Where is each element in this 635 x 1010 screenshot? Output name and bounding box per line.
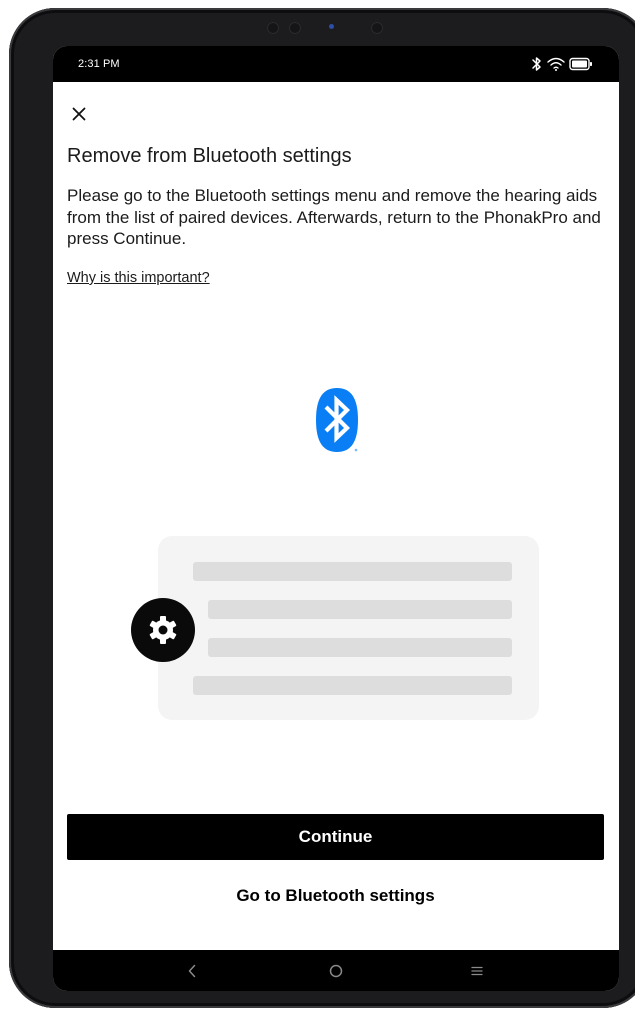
camera-module [267, 17, 387, 39]
sensor-dot [371, 22, 383, 34]
home-icon [329, 964, 343, 978]
nav-menu-button[interactable] [466, 960, 488, 982]
bluetooth-icon [532, 57, 541, 71]
settings-list-illustration [158, 536, 539, 720]
menu-icon [471, 966, 483, 976]
placeholder-row [193, 562, 512, 581]
sensor-dot [267, 22, 279, 34]
instruction-text: Please go to the Bluetooth settings menu… [67, 186, 601, 248]
camera-lens [329, 24, 334, 29]
placeholder-row [208, 600, 512, 619]
status-icons [531, 55, 593, 73]
tablet-frame: 2:31 PM Remove from Bluetooth settings P… [9, 8, 635, 1008]
settings-badge [131, 598, 195, 662]
nav-home-button[interactable] [325, 960, 347, 982]
app-screen: 2:31 PM Remove from Bluetooth settings P… [53, 46, 619, 991]
page-title: Remove from Bluetooth settings [67, 145, 352, 167]
why-important-link[interactable]: Why is this important? [67, 270, 210, 286]
wifi-icon [547, 57, 565, 71]
back-icon [188, 964, 196, 978]
sensor-dot [289, 22, 301, 34]
close-button[interactable] [67, 102, 91, 126]
gear-icon [149, 616, 177, 644]
close-icon [72, 107, 86, 121]
status-time: 2:31 PM [78, 58, 120, 70]
battery-icon [569, 57, 592, 71]
go-to-bluetooth-settings-button[interactable]: Go to Bluetooth settings [67, 876, 604, 916]
status-bar: 2:31 PM [53, 46, 619, 82]
placeholder-row [208, 638, 512, 657]
bluetooth-logo-icon [316, 388, 358, 452]
placeholder-row [193, 676, 512, 695]
nav-back-button[interactable] [181, 960, 203, 982]
continue-button[interactable]: Continue [67, 814, 604, 860]
system-navigation-bar [53, 950, 619, 991]
bluetooth-logo [312, 386, 362, 456]
